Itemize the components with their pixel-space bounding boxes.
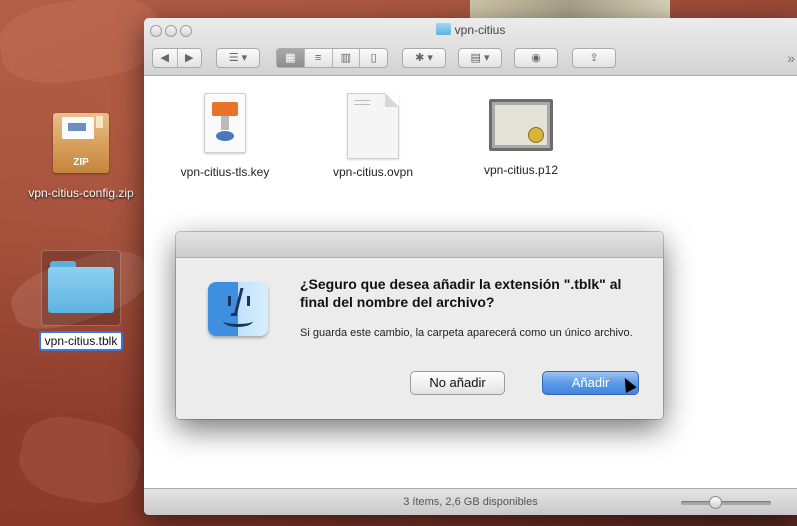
list-view-button[interactable]: ≡ — [305, 49, 333, 67]
toolbar: ◀ ▶ ☰ ▾ ▦ ≡ ▥ ▯ ✱ ▾ ▤ ▾ ◉ ⇪ » — [152, 48, 797, 70]
coverflow-view-button[interactable]: ▯ — [360, 49, 387, 67]
nav-buttons: ◀ ▶ — [152, 48, 202, 68]
arrange-button[interactable]: ☰ ▾ — [216, 48, 260, 68]
blank-document-icon — [347, 93, 399, 159]
action-button[interactable]: ✱ ▾ — [402, 48, 446, 68]
wallpaper-art — [470, 0, 670, 18]
file-item[interactable]: vpn-citius-tls.key — [164, 93, 286, 179]
icon-size-slider[interactable] — [681, 496, 771, 509]
zip-badge: ZIP — [73, 157, 89, 168]
share-icon: ⇪ — [589, 52, 599, 64]
status-bar: 3 ítems, 2,6 GB disponibles — [144, 488, 797, 515]
dialog-message: Si guarda este cambio, la carpeta aparec… — [300, 327, 633, 339]
dialog-title: ¿Seguro que desea añadir la extensión ".… — [300, 276, 622, 310]
cancel-button[interactable]: No añadir — [410, 371, 505, 395]
certificate-icon — [489, 99, 553, 151]
status-text: 3 ítems, 2,6 GB disponibles — [403, 496, 538, 508]
slider-knob[interactable] — [709, 496, 722, 509]
wallpaper-streak — [0, 0, 165, 91]
grid-icon: ▤ ▾ — [470, 52, 490, 64]
forward-button[interactable]: ▶ — [178, 49, 202, 67]
file-name: vpn-citius.p12 — [483, 163, 559, 177]
zip-archive-icon: ZIP — [53, 113, 109, 173]
keynote-document-icon — [204, 93, 246, 153]
file-name: vpn-citius-tls.key — [180, 165, 270, 179]
gear-icon: ✱ ▾ — [415, 52, 433, 64]
confirm-dialog: ¿Seguro que desea añadir la extensión ".… — [176, 232, 663, 419]
folder-icon — [435, 23, 451, 35]
file-item[interactable]: vpn-citius.p12 — [466, 93, 576, 177]
toolbar-overflow-button[interactable]: » — [787, 50, 795, 66]
wallpaper-streak — [12, 408, 148, 512]
folder-icon — [48, 261, 114, 315]
quick-look-button[interactable]: ◉ — [514, 48, 558, 68]
list-options-icon: ☰ ▾ — [228, 52, 248, 64]
dialog-body: ¿Seguro que desea añadir la extensión ".… — [176, 258, 663, 419]
finder-logo-icon — [208, 282, 268, 336]
file-item[interactable]: vpn-citius.ovpn — [318, 93, 428, 179]
desktop-item-zip[interactable]: ZIP vpn-citius-config.zip — [22, 113, 140, 201]
window-titlebar: vpn-citius ◀ ▶ ☰ ▾ ▦ ≡ ▥ ▯ ✱ ▾ ▤ ▾ ◉ ⇪ » — [144, 18, 797, 76]
eye-icon: ◉ — [531, 52, 541, 64]
selection-highlight — [41, 250, 121, 326]
file-name: vpn-citius.ovpn — [332, 165, 414, 179]
dialog-titlebar — [176, 232, 663, 258]
arrange-by-button[interactable]: ▤ ▾ — [458, 48, 502, 68]
view-mode-buttons: ▦ ≡ ▥ ▯ — [276, 48, 388, 68]
desktop-item-folder[interactable]: vpn-citius.tblk — [22, 250, 140, 351]
window-title: vpn-citius — [144, 23, 797, 37]
rename-field[interactable]: vpn-citius.tblk — [38, 331, 124, 351]
share-button[interactable]: ⇪ — [572, 48, 616, 68]
window-title-text: vpn-citius — [454, 23, 506, 37]
column-view-button[interactable]: ▥ — [333, 49, 361, 67]
icon-view-button[interactable]: ▦ — [277, 49, 305, 67]
back-button[interactable]: ◀ — [153, 49, 178, 67]
desktop-item-label: vpn-citius-config.zip — [28, 186, 134, 200]
